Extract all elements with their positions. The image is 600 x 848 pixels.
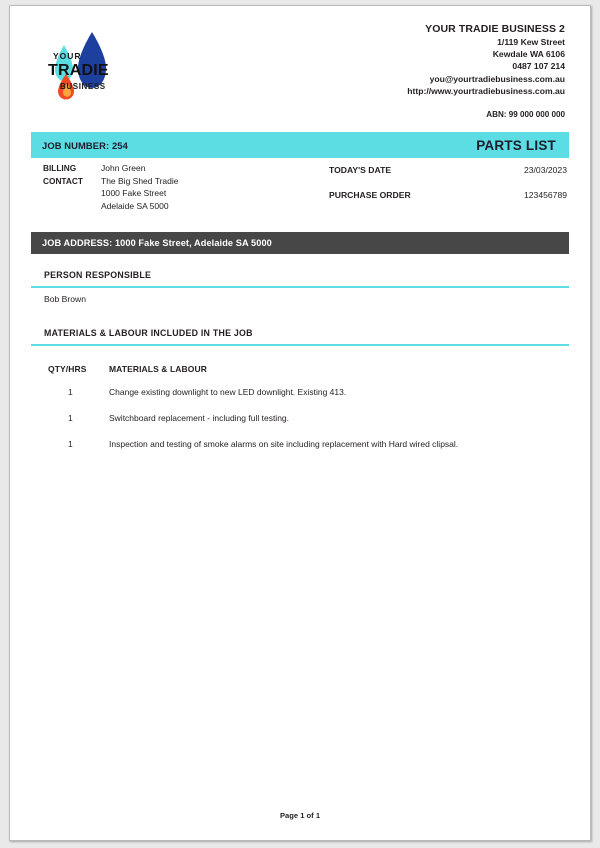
billing-contact-name: John Green: [101, 163, 146, 173]
billing-contact-label: BILLING CONTACT: [43, 162, 101, 212]
billing-street: 1000 Fake Street: [101, 188, 167, 199]
line-item-description: Inspection and testing of smoke alarms o…: [109, 439, 459, 449]
materials-table-body: 1 Change existing downlight to new LED do…: [10, 387, 590, 465]
document-page: YOUR TRADIE BUSINESS YOUR TRADIE BUSINES…: [9, 5, 591, 841]
billing-city-state-post: Adelaide SA 5000: [101, 200, 169, 211]
logo-droplet-blue: [78, 32, 106, 88]
company-address-line1: 1/119 Kew Street: [497, 37, 565, 47]
company-abn: ABN: 99 000 000 000: [486, 110, 565, 119]
company-email: you@yourtradiebusiness.com.au: [429, 73, 565, 84]
person-responsible-section: PERSON RESPONSIBLE: [31, 270, 569, 288]
document-meta-block: TODAY'S DATE 23/03/2023 PURCHASE ORDER 1…: [309, 165, 569, 215]
column-header-qty: QTY/HRS: [48, 364, 87, 374]
job-number-bar: JOB NUMBER: 254 PARTS LIST: [31, 132, 569, 158]
job-number-label: JOB NUMBER: 254: [42, 139, 128, 151]
table-row: 1 Change existing downlight to new LED do…: [10, 387, 590, 413]
materials-heading: MATERIALS & LABOUR INCLUDED IN THE JOB: [44, 328, 253, 338]
document-type-title: PARTS LIST: [476, 137, 556, 153]
table-row: 1 Switchboard replacement - including ful…: [10, 413, 590, 439]
section-divider: [31, 286, 569, 288]
logo-word-business: BUSINESS: [60, 82, 106, 91]
line-item-description: Change existing downlight to new LED dow…: [109, 387, 347, 397]
purchase-order-label: PURCHASE ORDER: [329, 190, 411, 200]
line-item-description: Switchboard replacement - including full…: [109, 413, 290, 423]
line-item-qty: 1: [68, 439, 73, 449]
section-divider: [31, 344, 569, 346]
company-website: http://www.yourtradiebusiness.com.au: [407, 85, 565, 96]
person-responsible-name: Bob Brown: [44, 294, 87, 304]
billing-label-line1: BILLING: [43, 163, 77, 173]
job-address-text: JOB ADDRESS: 1000 Fake Street, Adelaide …: [42, 238, 272, 248]
materials-section: MATERIALS & LABOUR INCLUDED IN THE JOB: [31, 328, 569, 346]
document-header: YOUR TRADIE BUSINESS YOUR TRADIE BUSINES…: [10, 6, 590, 128]
table-row: 1 Inspection and testing of smoke alarms …: [10, 439, 590, 465]
person-responsible-heading: PERSON RESPONSIBLE: [44, 270, 152, 280]
billing-label-line2: CONTACT: [43, 175, 83, 186]
job-address-bar: JOB ADDRESS: 1000 Fake Street, Adelaide …: [31, 232, 569, 254]
todays-date-label: TODAY'S DATE: [329, 165, 392, 175]
company-address-line2: Kewdale WA 6106: [492, 49, 565, 60]
billing-and-meta-area: BILLING CONTACT John Green The Big Shed …: [10, 162, 590, 224]
billing-business-name: The Big Shed Tradie: [101, 175, 179, 186]
column-header-description: MATERIALS & LABOUR: [109, 364, 207, 374]
page-footer: Page 1 of 1: [10, 805, 590, 823]
billing-contact-block: BILLING CONTACT John Green The Big Shed …: [43, 162, 179, 212]
company-logo: YOUR TRADIE BUSINESS: [44, 28, 126, 106]
purchase-order-row: PURCHASE ORDER 123456789: [309, 190, 569, 200]
company-name: YOUR TRADIE BUSINESS 2: [425, 23, 565, 35]
company-contact-block: YOUR TRADIE BUSINESS 2 1/119 Kew Street …: [407, 23, 565, 97]
billing-contact-values: John Green The Big Shed Tradie 1000 Fake…: [101, 162, 179, 212]
purchase-order-value: 123456789: [523, 190, 567, 200]
logo-word-your: YOUR: [53, 51, 82, 61]
company-phone: 0487 107 214: [512, 61, 565, 72]
line-item-qty: 1: [68, 387, 73, 397]
page-number-text: Page 1 of 1: [279, 811, 321, 820]
logo-word-tradie: TRADIE: [48, 62, 109, 79]
todays-date-value: 23/03/2023: [523, 165, 567, 175]
line-item-qty: 1: [68, 413, 73, 423]
todays-date-row: TODAY'S DATE 23/03/2023: [309, 165, 569, 175]
